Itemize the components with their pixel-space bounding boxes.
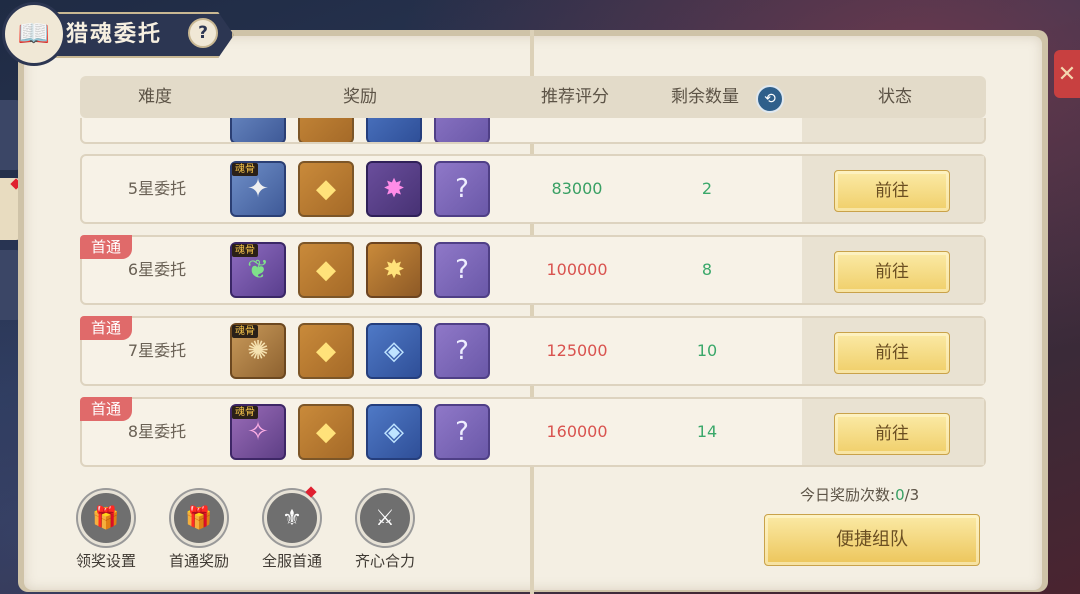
book-icon: 📖 (2, 2, 66, 66)
daily-max: 3 (909, 486, 920, 504)
table-row-partial (80, 118, 986, 144)
mystery-orb-icon[interactable]: ? (434, 161, 490, 217)
help-button[interactable]: ? (188, 18, 218, 48)
recommended-score: 160000 (546, 422, 608, 441)
remaining-count: 10 (696, 341, 718, 360)
go-button[interactable]: 前往 (834, 332, 950, 374)
crest-icon: ⚜ (264, 490, 320, 546)
difficulty-label: 7星委托 (127, 341, 187, 360)
blue-gem-icon[interactable]: ◈ (366, 404, 422, 460)
header-reward: 奖励 (343, 87, 377, 107)
reward-bone-icon (230, 118, 286, 142)
purple-star-icon[interactable]: ✸ (366, 161, 422, 217)
recommended-score: 125000 (546, 341, 608, 360)
title-banner: 📖 猎魂委托 ? (0, 0, 240, 66)
difficulty-label: 5星委托 (127, 179, 187, 198)
remaining-count: 2 (701, 179, 713, 198)
table-row: 首通 6星委托 ❦ 魂骨 ◆ ✸ ? 100000 8 前往 (80, 235, 986, 305)
daily-reward-count: 今日奖励次数:0/3 (800, 484, 919, 505)
function-label: 领奖设置 (75, 552, 136, 570)
remaining-count: 8 (701, 260, 713, 279)
soul-bone-icon[interactable]: ✧ 魂骨 (230, 404, 286, 460)
recommended-score: 100000 (546, 260, 608, 279)
blue-gem-icon[interactable]: ◈ (366, 323, 422, 379)
gold-crystal-icon[interactable]: ◆ (298, 404, 354, 460)
function-label: 首通奖励 (168, 552, 229, 570)
status-column (802, 118, 984, 142)
right-bookmark-tab[interactable]: ✕ (1054, 50, 1080, 98)
go-button[interactable]: 前往 (834, 170, 950, 212)
gift-settings-icon: 🎁 (78, 490, 134, 546)
first-clear-reward-button[interactable]: 🎁 首通奖励 (164, 490, 234, 571)
gold-crystal-icon (298, 118, 354, 142)
mystery-orb-icon (434, 118, 490, 142)
go-button[interactable]: 前往 (834, 251, 950, 293)
quick-team-button[interactable]: 便捷组队 (764, 514, 980, 566)
difficulty-label: 8星委托 (127, 422, 187, 441)
table-row: 5星委托 ✦ 魂骨 ◆ ✸ ? 83000 2 前往 (80, 154, 986, 224)
header-remaining: 剩余数量 (671, 87, 739, 107)
header-status: 状态 (878, 87, 912, 107)
soul-bone-tag: 魂骨 (232, 163, 258, 176)
reward-settings-button[interactable]: 🎁 领奖设置 (71, 490, 141, 571)
soul-bone-icon[interactable]: ❦ 魂骨 (230, 242, 286, 298)
mystery-orb-icon[interactable]: ? (434, 404, 490, 460)
recommended-score: 83000 (551, 179, 603, 198)
soul-bone-tag: 魂骨 (232, 325, 258, 338)
page-title: 猎魂委托 (66, 22, 163, 47)
refresh-icon[interactable]: ⟲ (756, 85, 784, 113)
daily-used: 0 (895, 486, 905, 504)
blue-gem-icon (366, 118, 422, 142)
remaining-count: 14 (696, 422, 718, 441)
server-first-clear-button[interactable]: ⚜ 全服首通 (257, 486, 327, 571)
header-difficulty: 难度 (138, 87, 172, 107)
daily-label: 今日奖励次数: (800, 486, 896, 504)
team-effort-button[interactable]: ⚔ 齐心合力 (350, 490, 420, 571)
gold-crystal-icon[interactable]: ◆ (298, 242, 354, 298)
table-row: 首通 8星委托 ✧ 魂骨 ◆ ◈ ? 160000 14 前往 (80, 397, 986, 467)
go-button[interactable]: 前往 (834, 413, 950, 455)
function-label: 全服首通 (261, 552, 322, 570)
table-header: 难度 奖励 推荐评分 剩余数量 状态 (80, 76, 986, 118)
header-score: 推荐评分 (541, 87, 609, 107)
table-row: 首通 7星委托 ✺ 魂骨 ◆ ◈ ? 125000 10 前往 (80, 316, 986, 386)
soul-bone-tag: 魂骨 (232, 406, 258, 419)
function-label: 齐心合力 (354, 552, 415, 570)
swords-icon: ⚔ (357, 490, 413, 546)
difficulty-label: 6星委托 (127, 260, 187, 279)
soul-bone-icon[interactable]: ✺ 魂骨 (230, 323, 286, 379)
soul-bone-tag: 魂骨 (232, 244, 258, 257)
mystery-orb-icon[interactable]: ? (434, 242, 490, 298)
gold-crystal-icon[interactable]: ◆ (298, 323, 354, 379)
gift-box-icon: 🎁 (171, 490, 227, 546)
gold-star-icon[interactable]: ✸ (366, 242, 422, 298)
gold-crystal-icon[interactable]: ◆ (298, 161, 354, 217)
mystery-orb-icon[interactable]: ? (434, 323, 490, 379)
soul-bone-icon[interactable]: ✦ 魂骨 (230, 161, 286, 217)
